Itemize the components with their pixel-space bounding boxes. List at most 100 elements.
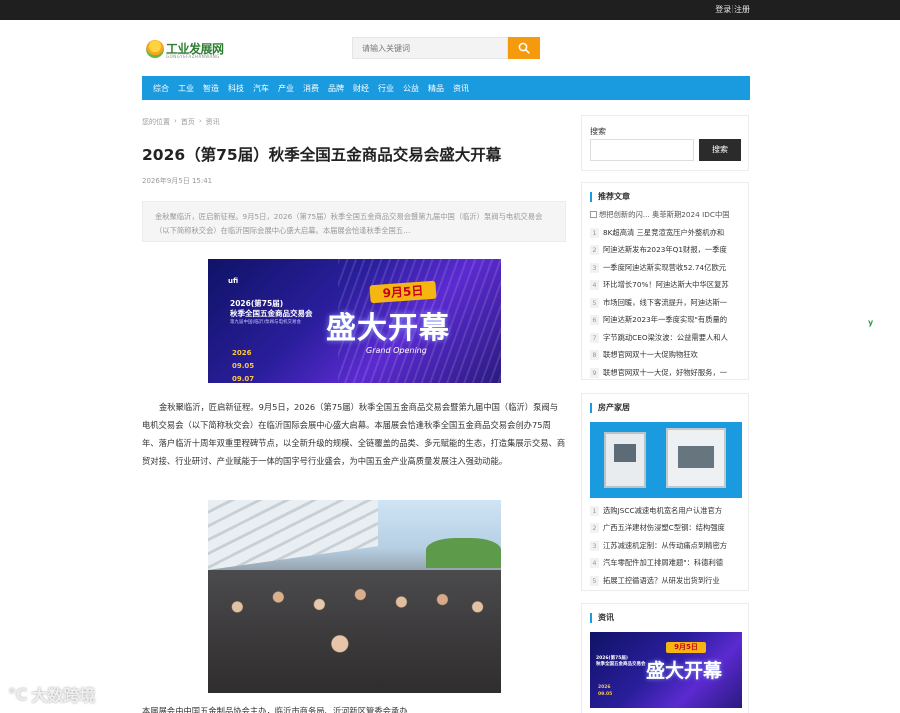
photo-building [208, 500, 378, 570]
search-icon [518, 42, 530, 54]
list-item[interactable]: 2 广西五洋建材伤浸塑C型钢：结构强度 [590, 520, 742, 538]
list-item[interactable]: 3 江苏减速机定制：从传动痛点到精密方 [590, 537, 742, 555]
news-image-ribbon: 9月5日 [666, 642, 706, 653]
list-item[interactable]: 5 市场回暖，线下客流提升，阿迪达斯一 [590, 294, 742, 312]
recommended-list: 1 8K超高清 三星竞渲宽压户外整机亦和 2 阿迪达斯发布2023年Q1财报，一季度… [590, 224, 742, 382]
list-item-text: 字节跳动CEO梁汝波：公益需要人和人 [603, 332, 728, 342]
list-number: 1 [590, 505, 599, 516]
banner-event-title: 2026(第75届) 秋季全国五金商品交易会 [230, 299, 313, 319]
banner-line1: 2026(第75届) [230, 299, 284, 308]
list-number: 2 [590, 523, 599, 534]
nav-item-zhizao[interactable]: 智造 [203, 83, 219, 94]
broken-image-icon [590, 211, 597, 218]
list-number: 3 [590, 540, 599, 551]
news-heading: 资讯 [590, 613, 748, 623]
list-item[interactable]: 7 字节跳动CEO梁汝波：公益需要人和人 [590, 329, 742, 347]
banner-line2: 秋季全国五金商品交易会 [230, 309, 313, 318]
list-item[interactable]: 9 联想官网双十一大促，好物好服务，一 [590, 364, 742, 382]
sidebar-recommended: 推荐文章 想把创新的闪... 奥菲斯期2024 IDC中国 1 8K超高清 三星竞… [581, 182, 749, 380]
list-item[interactable]: 8 联想官网双十一大促购物狂欢 [590, 347, 742, 365]
nav-item-pinpai[interactable]: 品牌 [328, 83, 344, 94]
ufi-logo: ufi [228, 277, 239, 285]
article-title: 2026（第75届）秋季全国五金商品交易会盛大开幕 [142, 146, 502, 164]
breadcrumb-separator: › [174, 117, 177, 125]
nav-item-qiche[interactable]: 汽车 [253, 83, 269, 94]
news-image-dates: 2026 09.05 [598, 684, 612, 698]
register-link[interactable]: 注册 [734, 4, 750, 15]
main-nav: 综合 工业 智造 科技 汽车 产业 消费 品牌 财经 行业 公益 精品 资讯 [142, 76, 750, 100]
breadcrumb-separator: › [198, 117, 202, 125]
watermark: ℃ 大数跨境 [8, 682, 95, 706]
header-search-button[interactable] [508, 37, 540, 59]
list-item-text: 江苏减速机定制：从传动痛点到精密方 [603, 540, 728, 550]
watermark-text: 大数跨境 [31, 686, 96, 705]
list-number: 8 [590, 350, 599, 361]
site-logo[interactable]: 工业发展网 GONGYEFAZHANWANG [146, 39, 236, 61]
list-item-text: 广西五洋建材伤浸塑C型钢：结构强度 [603, 523, 725, 533]
recommended-heading: 推荐文章 [590, 192, 748, 202]
article-banner-image: ufi 2026(第75届) 秋季全国五金商品交易会 第九届中国(临沂)泵阀与电… [208, 259, 501, 383]
article-paragraph-2: 本届展会由中国五金制品协会主办，临沂市商务局、沂河新区管委会承办…… [142, 706, 425, 713]
nav-item-zonghe[interactable]: 综合 [153, 83, 169, 94]
list-number: 4 [590, 558, 599, 569]
photo-trees [426, 538, 501, 568]
floating-share-icon[interactable]: y [868, 318, 873, 327]
article-crowd-photo [208, 500, 501, 693]
list-item[interactable]: 1 8K超高清 三星竞渲宽压户外整机亦和 [590, 224, 742, 242]
sidebar-search-button[interactable]: 搜索 [699, 139, 741, 161]
nav-item-xiaofei[interactable]: 消费 [303, 83, 319, 94]
list-item[interactable]: 1 选购JSCC减速电机宽名用户认准官方 [590, 502, 742, 520]
nav-item-zixun[interactable]: 资讯 [453, 83, 469, 94]
sidebar-search-input[interactable] [590, 139, 694, 161]
list-item[interactable]: 3 一季度阿迪达斯实现营收52.74亿欧元 [590, 259, 742, 277]
list-item-text: 8K超高清 三星竞渲宽压户外整机亦和 [603, 227, 725, 237]
sidebar-search-label: 搜索 [590, 127, 606, 136]
recommended-featured-text: 想把创新的闪... 奥菲斯期2024 IDC中国 [599, 210, 730, 219]
nav-item-keji[interactable]: 科技 [228, 83, 244, 94]
sidebar-news: 资讯 2026(第75届) 秋季全国五金商品交易会 2026 09.05 9月5… [581, 603, 749, 713]
top-links: 登录 | 注册 [715, 4, 750, 15]
news-featured-image[interactable]: 2026(第75届) 秋季全国五金商品交易会 2026 09.05 9月5日 盛… [590, 632, 742, 708]
nav-item-hangye[interactable]: 行业 [378, 83, 394, 94]
list-item-text: 阿迪达斯2023年一季度实现"有质量的 [603, 315, 728, 325]
list-number: 9 [590, 367, 599, 378]
nav-item-gongye[interactable]: 工业 [178, 83, 194, 94]
nav-item-chanye[interactable]: 产业 [278, 83, 294, 94]
list-item-text: 拓展工控循语选？从研发出货到行业 [603, 575, 720, 585]
list-item[interactable]: 4 环比增长70%！阿迪达斯大中华区复苏 [590, 277, 742, 295]
list-number: 2 [590, 245, 599, 256]
top-bar: 登录 | 注册 [0, 0, 900, 20]
article-summary: 金秋聚临沂，匠启新征程。9月5日，2026（第75届）秋季全国五金商品交易会暨第… [142, 201, 566, 242]
nav-item-jingpin[interactable]: 精品 [428, 83, 444, 94]
list-item[interactable]: 5 拓展工控循语选？从研发出货到行业 [590, 572, 742, 590]
list-item-text: 一季度阿迪达斯实现营收52.74亿欧元 [603, 262, 727, 272]
house-list: 1 选购JSCC减速电机宽名用户认准官方 2 广西五洋建材伤浸塑C型钢：结构强度 3… [590, 502, 742, 590]
logo-subtext: GONGYEFAZHANWANG [166, 54, 220, 59]
list-item[interactable]: 2 阿迪达斯发布2023年Q1财报，一季度 [590, 242, 742, 260]
sidebar-search-box: 搜索 搜索 [581, 115, 749, 171]
banner-start-date: 09.05 [232, 362, 255, 370]
header-search-input[interactable] [352, 37, 508, 59]
banner-subline: Grand Opening [366, 346, 427, 355]
article-date: 2026年9月5日 15:41 [142, 177, 213, 185]
photo-crowd [208, 570, 501, 693]
banner-dates: 2026 09.05 09.07 [232, 347, 254, 383]
login-link[interactable]: 登录 [715, 4, 731, 15]
list-item[interactable]: 6 阿迪达斯2023年一季度实现"有质量的 [590, 312, 742, 330]
breadcrumb-home[interactable]: 首页 [181, 117, 195, 127]
house-featured-image[interactable] [590, 422, 742, 498]
breadcrumb-section[interactable]: 资讯 [206, 117, 220, 127]
list-item[interactable]: 4 汽车零配件加工排屑难题"：科德利德 [590, 555, 742, 573]
breadcrumb: 您的位置 › 首页 › 资讯 [142, 117, 220, 127]
article-paragraph: 金秋聚临沂，匠启新征程。9月5日，2026（第75届）秋季全国五金商品交易会暨第… [142, 402, 566, 466]
news-image-start: 09.05 [598, 692, 613, 697]
list-number: 3 [590, 262, 599, 273]
nav-item-gongyi[interactable]: 公益 [403, 83, 419, 94]
recommended-featured-link[interactable]: 想把创新的闪... 奥菲斯期2024 IDC中国 [590, 210, 742, 220]
list-number: 4 [590, 280, 599, 291]
list-number: 5 [590, 575, 599, 586]
header-search [352, 37, 540, 59]
list-item-text: 选购JSCC减速电机宽名用户认准官方 [603, 505, 723, 515]
nav-item-caijing[interactable]: 财经 [353, 83, 369, 94]
banner-end-date: 09.07 [232, 375, 255, 383]
